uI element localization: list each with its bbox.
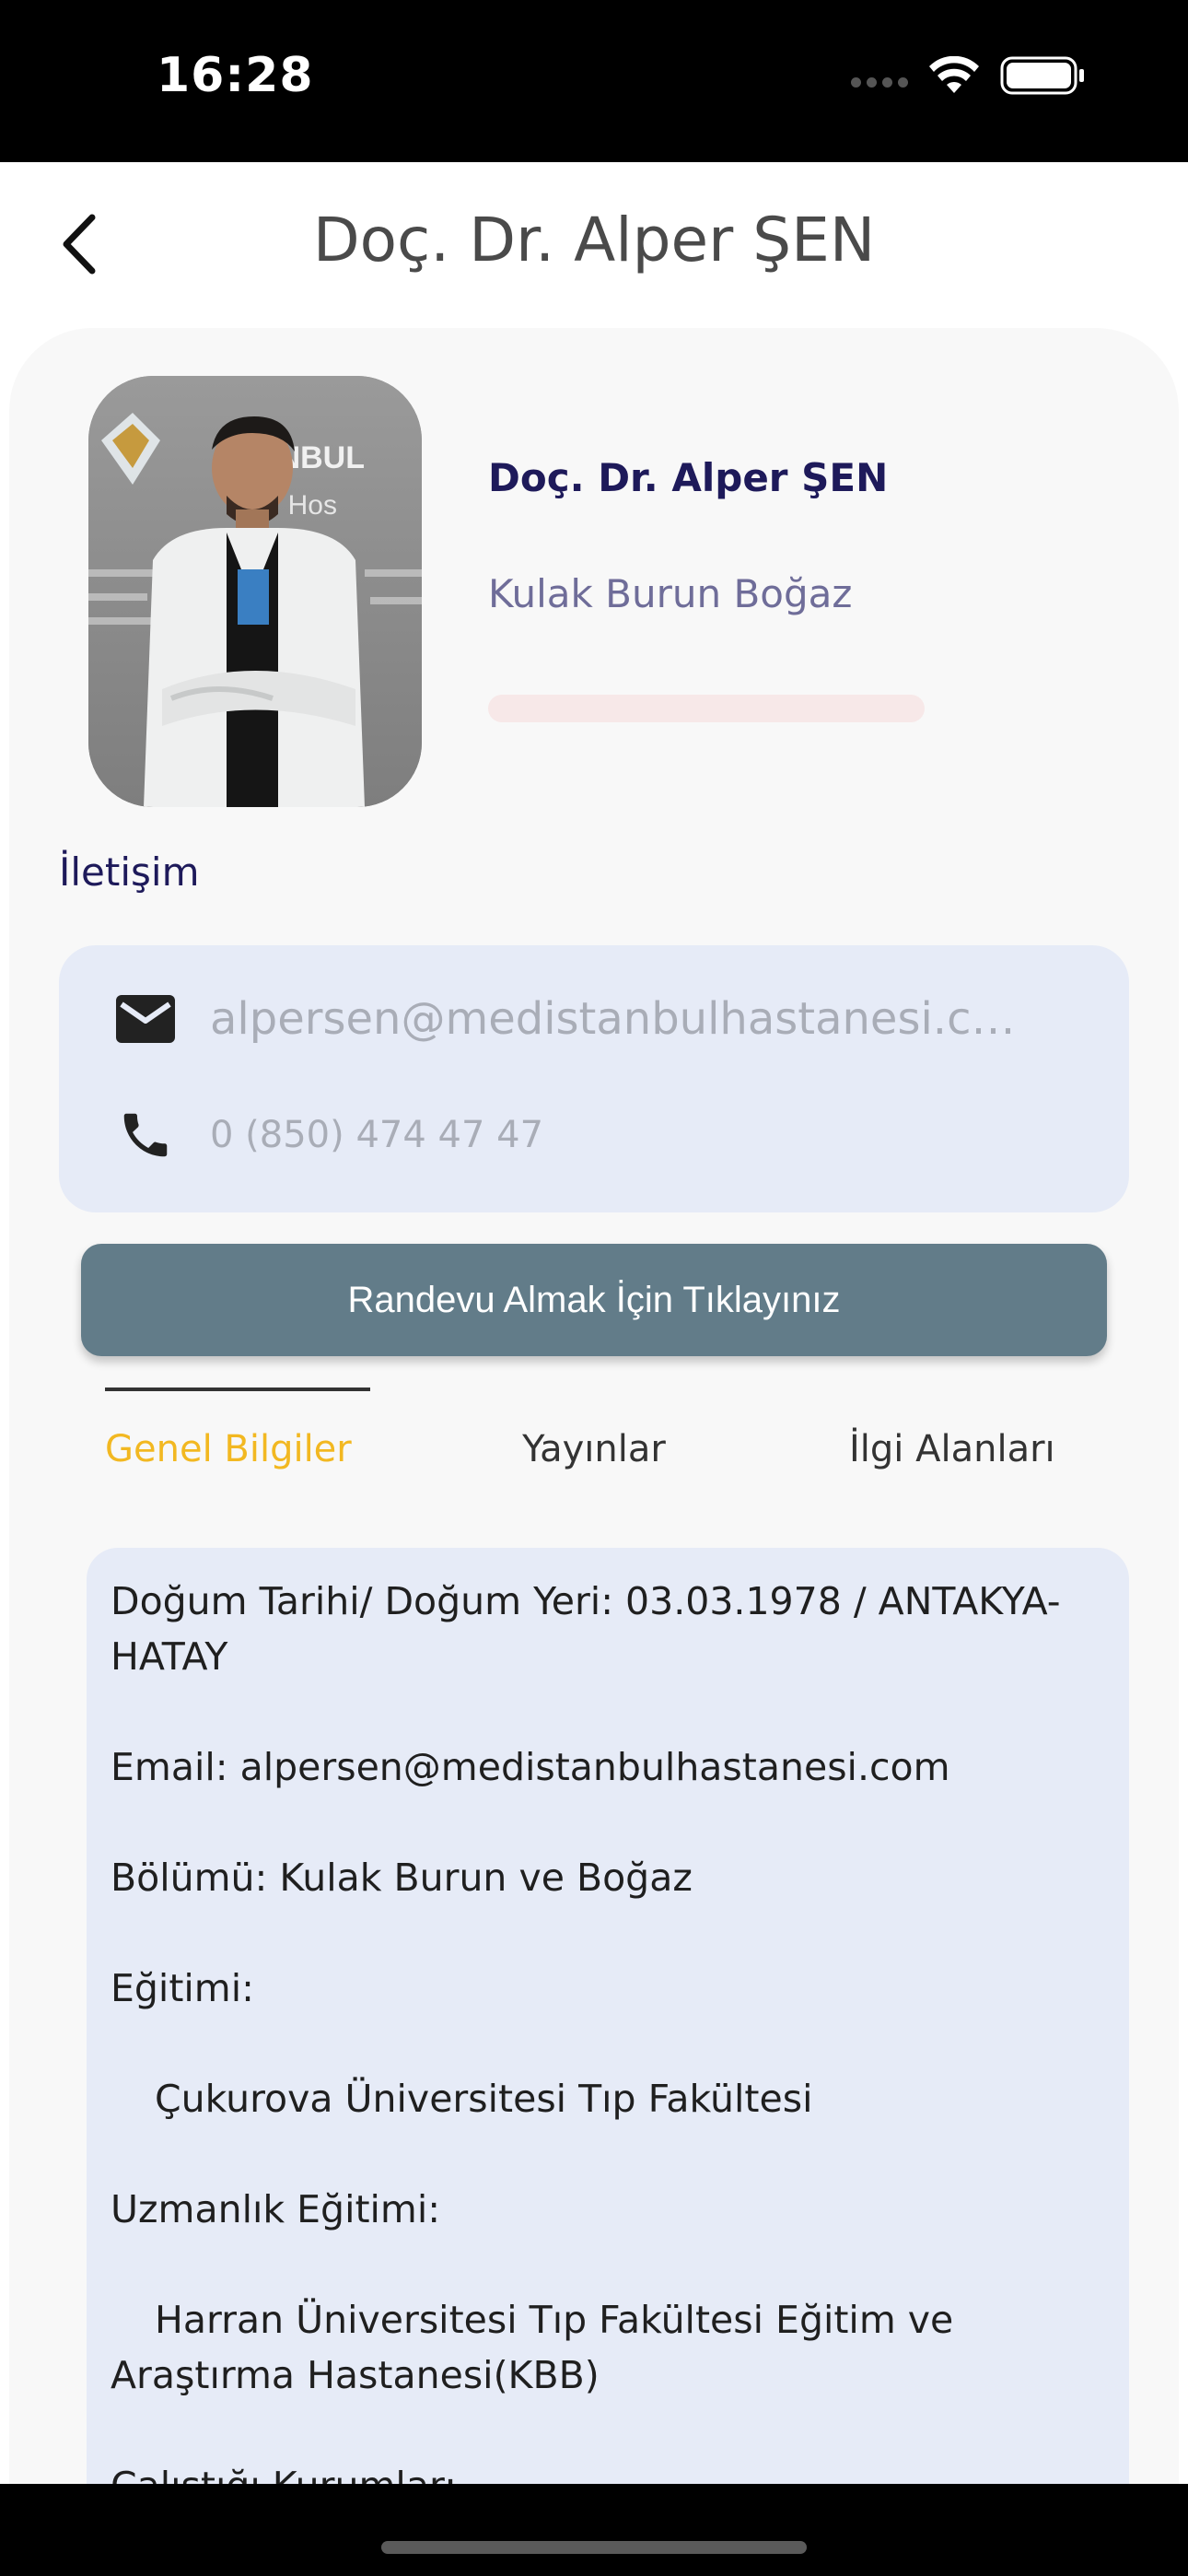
doctor-photo: TANBUL Hos xyxy=(88,376,422,807)
rating-bar xyxy=(488,695,925,722)
phone-icon xyxy=(111,1100,181,1170)
home-bar-area xyxy=(0,2484,1188,2576)
contact-box: alpersen@medistanbulhastanesi.com 0 (850… xyxy=(59,945,1129,1212)
doctor-department: Kulak Burun Boğaz xyxy=(488,571,853,616)
email-info: Email: alpersen@medistanbulhastanesi.com xyxy=(111,1745,950,1789)
specialty-value: Harran Üniversitesi Tıp Fakültesi Eğitim… xyxy=(111,2298,954,2397)
svg-text:Hos: Hos xyxy=(288,490,337,521)
doctor-name: Doç. Dr. Alper ŞEN xyxy=(488,455,889,500)
birth-info: Doğum Tarihi/ Doğum Yeri: 03.03.1978 / A… xyxy=(111,1579,1061,1679)
education-value: Çukurova Üniversitesi Tıp Fakültesi xyxy=(155,2077,813,2121)
contact-heading: İletişim xyxy=(59,849,200,895)
doctor-detail-screen: Doç. Dr. Alper ŞEN TANBUL Hos Doç. Dr. A… xyxy=(0,162,1188,2484)
nav-bar: Doç. Dr. Alper ŞEN xyxy=(0,162,1188,328)
status-bar: 16:28 xyxy=(0,0,1188,162)
cellular-signal-icon xyxy=(851,76,908,88)
home-indicator[interactable] xyxy=(381,2541,807,2554)
tab-interests[interactable]: İlgi Alanları xyxy=(849,1428,1055,1470)
mail-icon xyxy=(111,984,181,1054)
phone-row[interactable]: 0 (850) 474 47 47 xyxy=(111,1100,543,1170)
department-info: Bölümü: Kulak Burun ve Boğaz xyxy=(111,1856,693,1900)
status-icons xyxy=(851,55,1087,96)
email-link[interactable]: alpersen@medistanbulhastanesi.com xyxy=(210,993,1039,1045)
status-time: 16:28 xyxy=(157,48,314,103)
specialty-label: Uzmanlık Eğitimi: xyxy=(111,2187,441,2231)
education-label: Eğitimi: xyxy=(111,1966,254,2010)
active-tab-indicator xyxy=(105,1388,370,1391)
page-title: Doç. Dr. Alper ŞEN xyxy=(312,205,876,275)
battery-icon xyxy=(1000,56,1084,95)
general-info-panel: Doğum Tarihi/ Doğum Yeri: 03.03.1978 / A… xyxy=(87,1548,1129,2484)
phone-link[interactable]: 0 (850) 474 47 47 xyxy=(210,1114,543,1156)
institutions-label: Çalıştığı Kurumlar: xyxy=(111,2458,1107,2484)
appointment-button[interactable]: Randevu Almak İçin Tıklayınız xyxy=(81,1244,1107,1356)
email-row[interactable]: alpersen@medistanbulhastanesi.com xyxy=(111,984,1039,1054)
doctor-portrait-image: TANBUL Hos xyxy=(88,376,422,807)
tab-publications-label[interactable]: Yayınlar xyxy=(522,1428,666,1470)
wifi-icon xyxy=(929,56,979,93)
